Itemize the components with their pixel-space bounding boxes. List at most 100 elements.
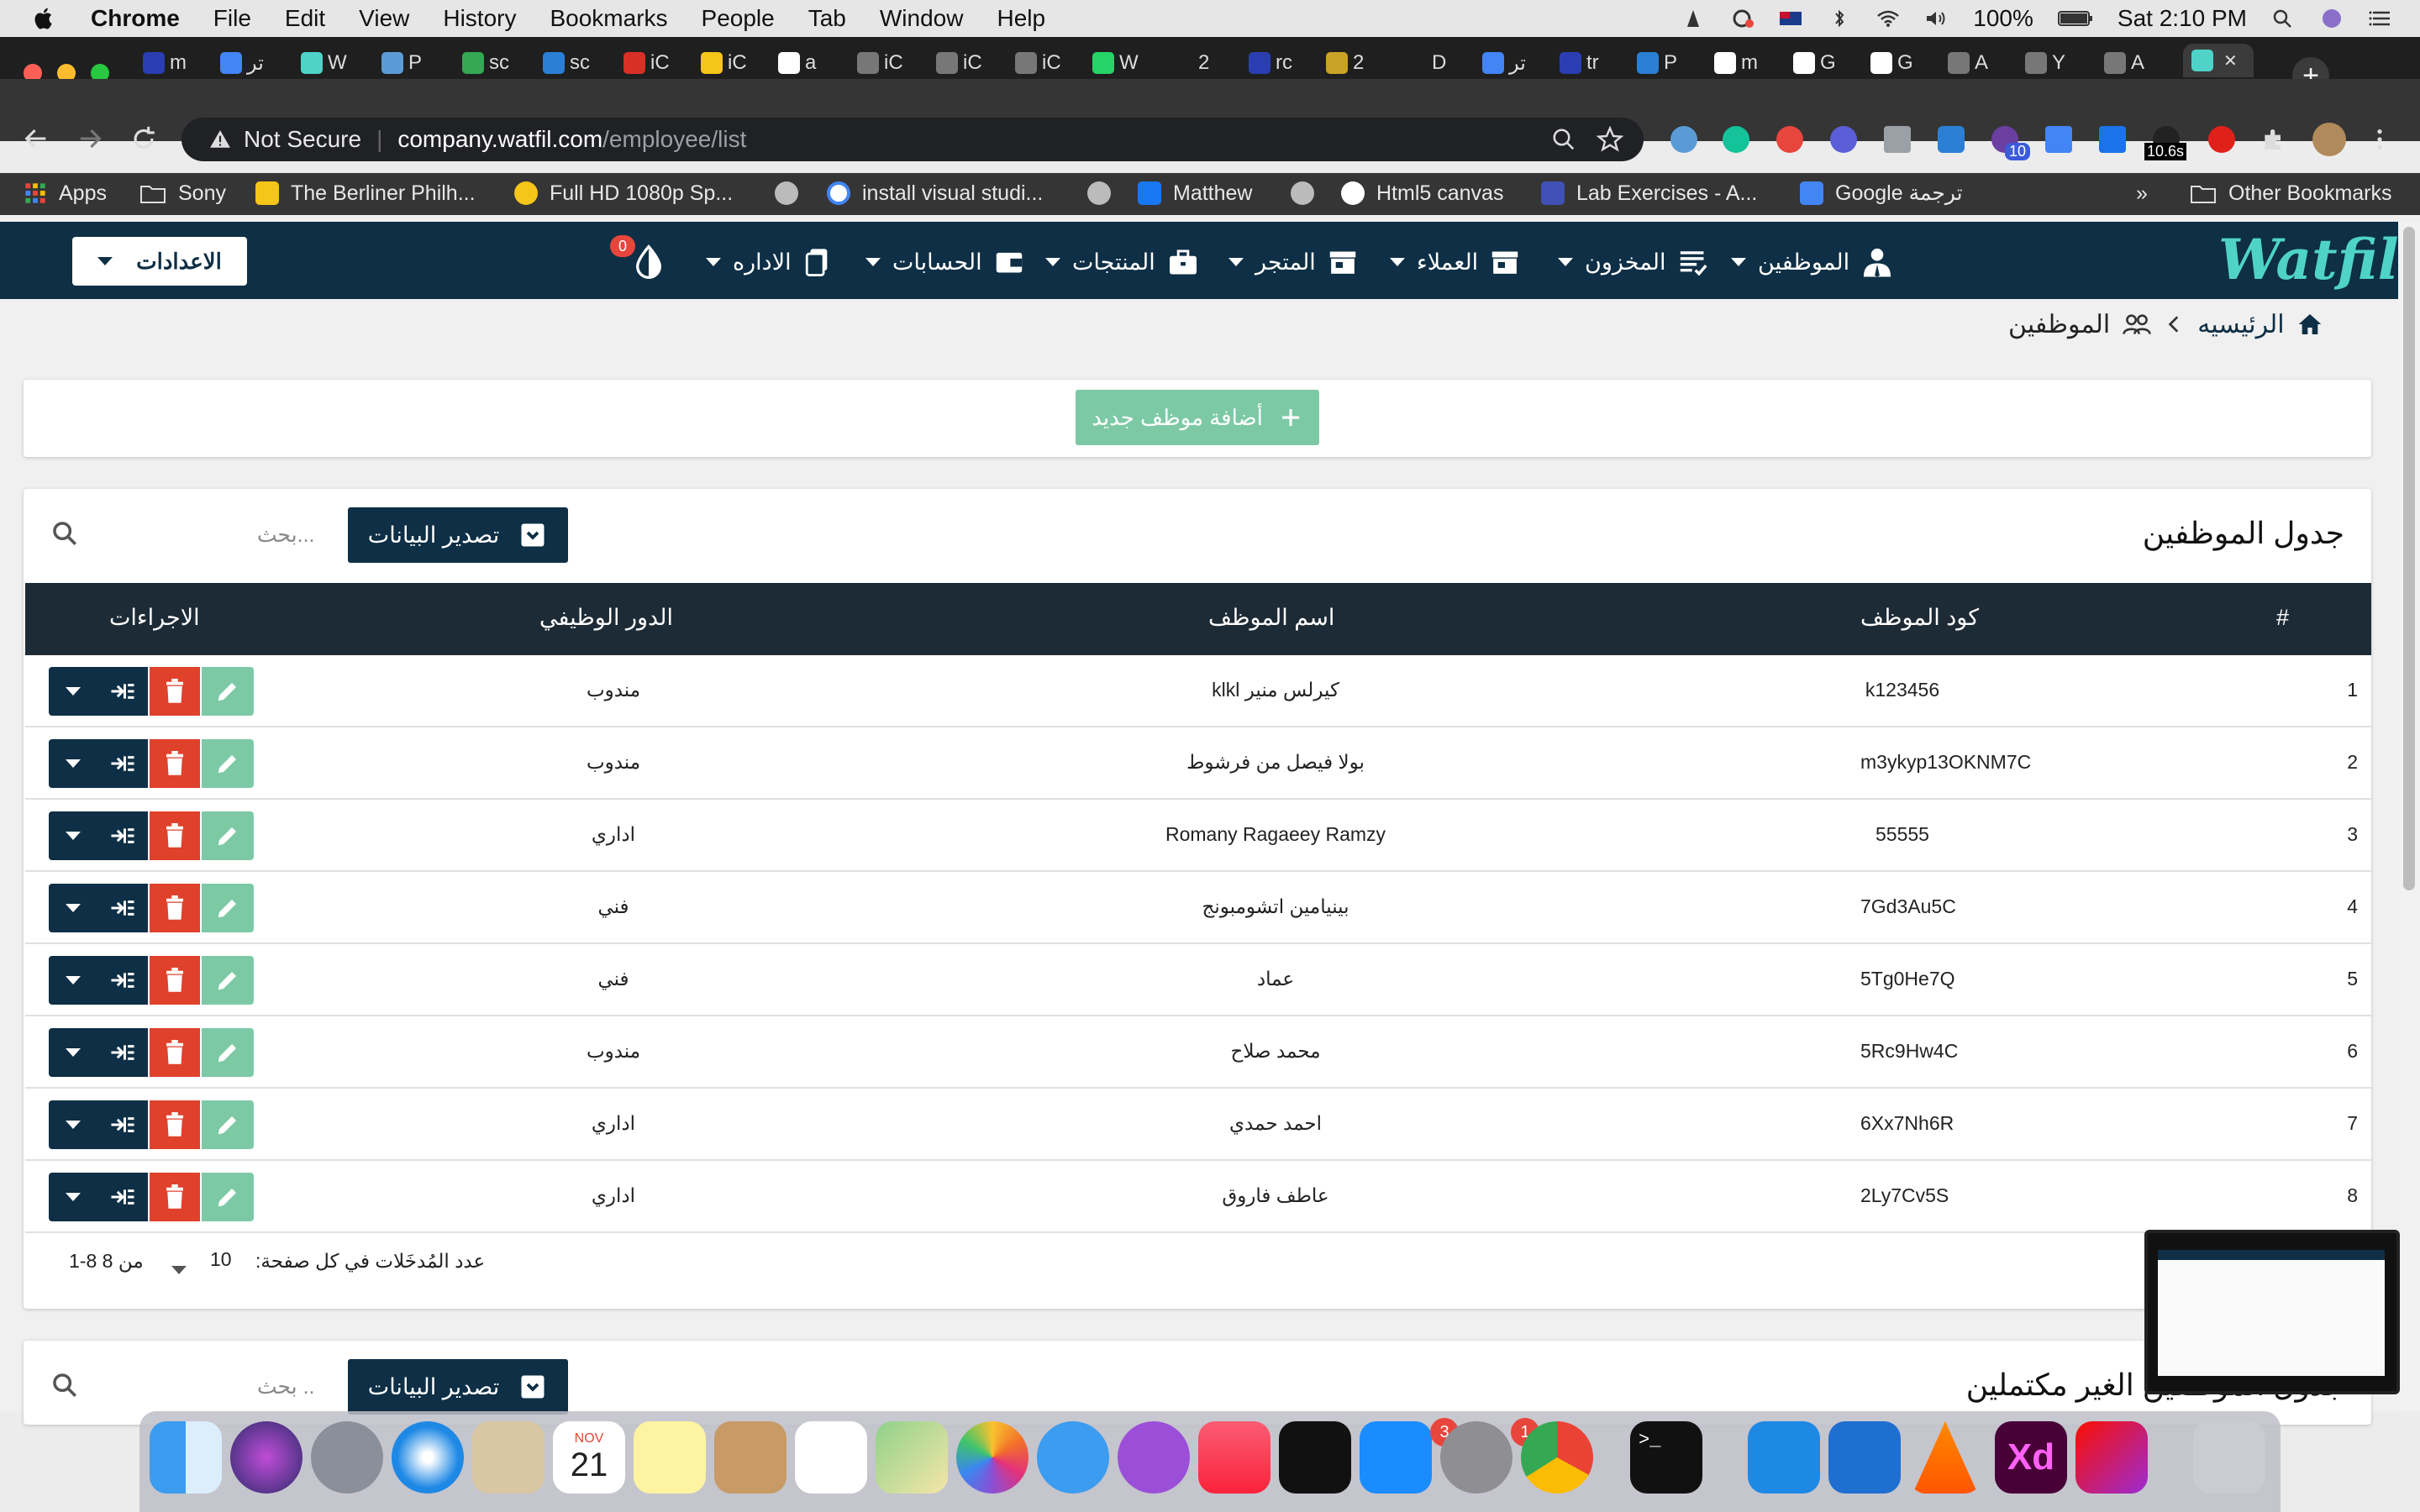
export-data-button[interactable]: تصدير البيانات [348,507,568,563]
edit-button[interactable] [202,1100,254,1149]
assign-button[interactable] [97,1173,148,1221]
more-actions-button[interactable] [49,739,97,788]
chrome-icon[interactable] [1521,1421,1593,1494]
assign-button[interactable] [97,739,148,788]
reload-icon[interactable] [129,124,158,153]
assign-button[interactable] [97,956,148,1005]
edit-button[interactable] [202,956,254,1005]
browser-tab[interactable]: ✕ [2183,44,2254,77]
bookmark-star-icon[interactable] [1597,126,1623,153]
menu-help[interactable]: Help [997,5,1045,32]
menu-window[interactable]: Window [880,5,964,32]
app-name[interactable]: Chrome [91,5,180,32]
bookmark-google-translate[interactable]: Google ترجمة [1800,176,1963,210]
music-icon[interactable] [1198,1421,1270,1494]
more-actions-button[interactable] [49,956,97,1005]
notes-icon[interactable] [634,1421,706,1494]
nav-store[interactable]: المتجر [1228,244,1358,281]
bookmark-globe-2[interactable] [1087,176,1111,210]
menu-people[interactable]: People [702,5,775,32]
menu-view[interactable]: View [359,5,409,32]
delete-button[interactable] [150,1100,200,1149]
assign-button[interactable] [97,811,148,860]
browser-tab[interactable]: sc [543,49,602,77]
browser-tab[interactable]: iC [623,49,682,77]
more-actions-button[interactable] [49,884,97,932]
employees-search-input[interactable]: بحث... [257,522,315,548]
assign-button[interactable] [97,1100,148,1149]
search-icon[interactable] [50,519,79,548]
bookmark-fullhd[interactable]: Full HD 1080p Sp... [514,176,733,210]
bookmark-html5-canvas[interactable]: Html5 canvas [1341,176,1503,210]
browser-tab[interactable]: iC [1015,49,1074,77]
browser-tab[interactable]: iC [701,49,760,77]
bookmark-apps[interactable]: Apps [24,176,107,210]
menu-tab[interactable]: Tab [808,5,846,32]
dark-mode-toggle[interactable] [632,244,666,281]
browser-tab[interactable]: G [1870,49,1929,77]
back-icon[interactable] [22,124,50,153]
nav-employees[interactable]: الموظفين [1731,244,1893,281]
search-icon[interactable] [50,1371,79,1399]
volume-icon[interactable] [1924,8,1949,29]
browser-tab[interactable]: W [1092,49,1151,77]
creative-cloud-status-icon[interactable] [1729,8,1754,29]
simulator-icon[interactable] [1748,1421,1820,1494]
browser-tab[interactable]: A [2104,49,2163,77]
security-label[interactable]: Not Secure [244,126,361,153]
edit-button[interactable] [202,1028,254,1077]
url-host[interactable]: company.watfil.com [397,126,602,153]
assign-button[interactable] [97,667,148,716]
assign-button[interactable] [97,1028,148,1077]
browser-tab[interactable]: iC [936,49,995,77]
bookmark-lab-exercises[interactable]: Lab Exercises - A... [1541,176,1757,210]
delete-button[interactable] [150,1173,200,1221]
app-store-icon[interactable] [1360,1421,1432,1494]
column-header-role[interactable]: الدور الوظيفي [539,605,673,631]
export-incomplete-button[interactable]: تصدير البيانات [348,1359,568,1415]
bookmark-berliner[interactable]: The Berliner Philh... [255,176,476,210]
reminders-icon[interactable] [795,1421,867,1494]
more-actions-button[interactable] [49,1173,97,1221]
column-header-name[interactable]: اسم الموظف [1208,605,1334,631]
delete-button[interactable] [150,811,200,860]
screenshot-thumbnail[interactable] [2144,1230,2400,1394]
browser-tab[interactable]: m [143,49,202,77]
apple-tv-icon[interactable] [1279,1421,1351,1494]
column-header-index[interactable]: # [2276,605,2289,631]
menu-edit[interactable]: Edit [285,5,325,32]
browser-tab[interactable]: 2 [1171,49,1230,77]
finder-icon[interactable] [150,1421,222,1494]
bookmark-other[interactable]: Other Bookmarks [2190,176,2392,210]
maps-icon[interactable] [876,1421,948,1494]
column-header-code[interactable]: كود الموظف [1860,605,1979,631]
bookmark-globe-1[interactable] [775,176,798,210]
safari-icon[interactable] [392,1421,464,1494]
browser-tab[interactable]: تر [1482,49,1541,77]
browser-tab[interactable]: W [301,49,360,77]
more-actions-button[interactable] [49,1028,97,1077]
add-employee-button[interactable]: أضافة موظف جديد [1076,390,1319,445]
browser-tab[interactable]: A [1948,49,2007,77]
not-secure-warning-icon[interactable] [208,129,232,150]
zoom-icon[interactable] [1551,127,1576,152]
url-path[interactable]: /employee/list [602,126,746,153]
rows-per-page-value[interactable]: 10 [210,1248,232,1271]
close-tab-icon[interactable]: ✕ [2223,50,2238,71]
check-extension-icon[interactable] [1830,126,1857,153]
delete-button[interactable] [150,884,200,932]
menu-file[interactable]: File [213,5,251,32]
chrome-menu-icon[interactable] [2366,126,2393,153]
record-extension-icon[interactable] [2208,126,2235,153]
battery-icon[interactable] [2057,8,2094,29]
bookmark-sony[interactable]: Sony [139,176,226,210]
menu-history[interactable]: History [443,5,516,32]
bluetooth-icon[interactable] [1827,8,1852,29]
xcode-icon[interactable] [1828,1421,1901,1494]
browser-tab[interactable]: G [1793,49,1852,77]
browser-tab[interactable]: D [1405,49,1464,77]
delete-button[interactable] [150,739,200,788]
panel-extension-icon[interactable] [1938,126,1965,153]
nav-customers[interactable]: العملاء [1390,244,1520,281]
profile-avatar[interactable] [2312,123,2346,156]
